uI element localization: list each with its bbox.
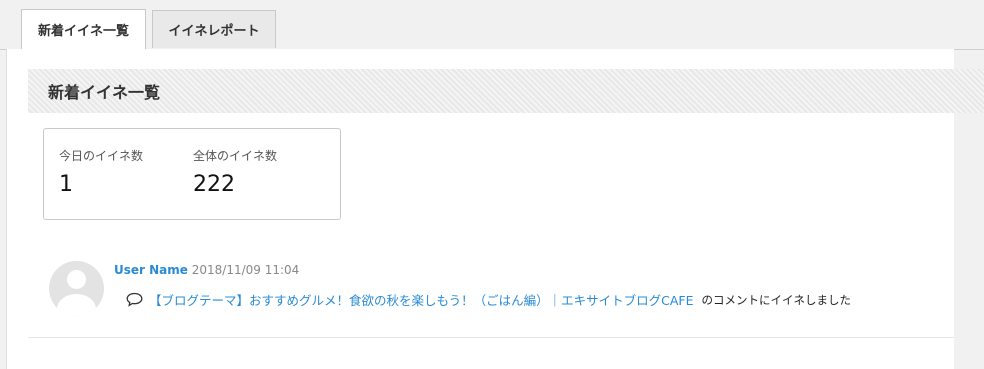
stat-total-label: 全体のイイネ数 <box>193 149 278 163</box>
activity-time: 2018/11/09 11:04 <box>191 263 300 277</box>
post-title-link[interactable]: 【ブログテーマ】おすすめグルメ！食欲の秋を楽しもう！（ごはん編）｜エキサイトブロ… <box>149 290 694 309</box>
activity-line: 【ブログテーマ】おすすめグルメ！食欲の秋を楽しもう！（ごはん編）｜エキサイトブロ… <box>126 290 851 309</box>
tab-bar: 新着イイネ一覧 イイネレポート <box>0 0 984 50</box>
section-header: 新着イイネ一覧 <box>28 69 984 113</box>
section-title: 新着イイネ一覧 <box>48 83 161 102</box>
tab-like-report[interactable]: イイネレポート <box>152 10 276 48</box>
stat-today: 今日のイイネ数 1 <box>59 147 143 197</box>
avatar-shoulders <box>57 294 96 316</box>
stat-total: 全体のイイネ数 222 <box>193 147 277 197</box>
activity-item: User Name 2018/11/09 11:04 【ブログテーマ】おすすめグ… <box>28 245 954 338</box>
tab-like-report-label: イイネレポート <box>168 24 260 39</box>
tab-new-likes[interactable]: 新着イイネ一覧 <box>21 9 146 49</box>
activity-meta: User Name 2018/11/09 11:04 <box>114 263 299 277</box>
comment-icon <box>126 292 143 307</box>
avatar-head <box>67 270 86 289</box>
user-name-link[interactable]: User Name <box>114 263 188 277</box>
stat-today-value: 1 <box>59 172 73 197</box>
avatar[interactable] <box>49 261 104 316</box>
content-panel: 新着イイネ一覧 今日のイイネ数 1 全体のイイネ数 222 User Name … <box>6 49 984 369</box>
stat-total-value: 222 <box>193 172 235 197</box>
activity-suffix: のコメントにイイネしました <box>701 292 852 307</box>
stats-box: 今日のイイネ数 1 全体のイイネ数 222 <box>43 128 341 220</box>
tab-new-likes-label: 新着イイネ一覧 <box>37 24 129 39</box>
stat-today-label: 今日のイイネ数 <box>59 149 144 163</box>
